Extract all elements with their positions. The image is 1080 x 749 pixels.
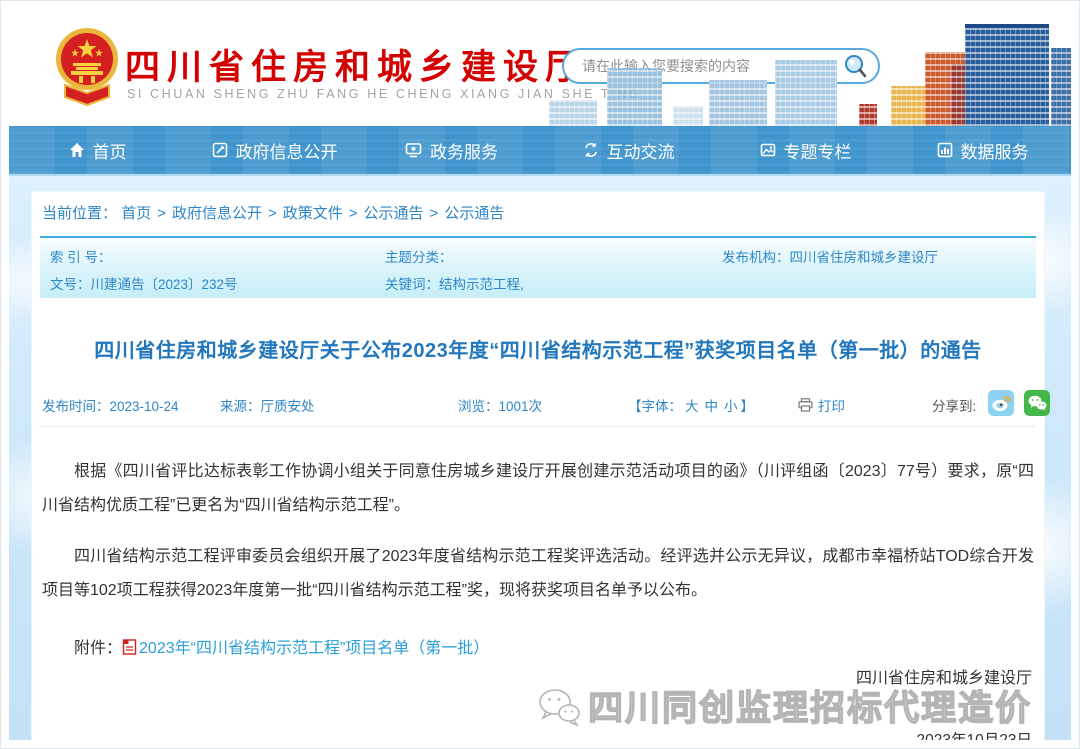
nav-item-data-services[interactable]: 数据服务: [894, 126, 1071, 174]
paragraph: 四川省结构示范工程评审委员会组织开展了2023年度省结构示范工程奖评选活动。经评…: [42, 540, 1034, 608]
breadcrumb-policy-docs[interactable]: 政策文件: [283, 205, 343, 222]
building-graphic: [673, 106, 703, 126]
breadcrumb-home[interactable]: 首页: [121, 205, 151, 222]
doc-keywords: 关键词：结构示范工程,: [385, 273, 722, 293]
breadcrumb-current[interactable]: 公示通告: [444, 205, 504, 222]
attachment-link[interactable]: 2023年“四川省结构示范工程”项目名单（第一批）: [139, 640, 489, 657]
content-card: 当前位置： 首页>政府信息公开>政策文件>公示通告>公示通告 索 引 号： 主题…: [31, 191, 1045, 740]
page: 四川省住房和城乡建设厅 SI CHUAN SHENG ZHU FANG HE C…: [9, 9, 1071, 740]
building-graphic: [965, 24, 1049, 126]
wechat-share-icon[interactable]: [1024, 390, 1050, 416]
attachment-row: 附件： 2023年“四川省结构示范工程”项目名单（第一批）: [42, 634, 1034, 658]
source: 来源：厅质安处: [220, 395, 315, 415]
font-size-large[interactable]: 大: [685, 399, 699, 414]
topics-icon: [760, 142, 776, 158]
font-size-control: 【字体：大中小】: [628, 395, 754, 415]
main-nav: 首页 政府信息公开 政务服务 互动交流 专题专栏 数据服务: [9, 126, 1071, 176]
pdf-file-icon: [122, 639, 137, 655]
paragraph: 根据《四川省评比达标表彰工作协调小组关于同意住房城乡建设厅开展创建示范活动项目的…: [42, 455, 1034, 523]
breadcrumb-notices[interactable]: 公示通告: [364, 205, 424, 222]
weibo-share-icon[interactable]: [988, 390, 1014, 416]
building-graphic: [549, 100, 597, 126]
site-header: 四川省住房和城乡建设厅 SI CHUAN SHENG ZHU FANG HE C…: [9, 9, 1071, 126]
bar-chart-icon: [937, 142, 953, 158]
publish-date: 2023年10月23日: [856, 728, 1032, 740]
signature: 四川省住房和城乡建设厅: [856, 664, 1032, 688]
building-graphic: [1051, 48, 1071, 126]
article-meta: 发布时间：2023-10-24 来源：厅质安处 浏览：1001次 【字体：大中小…: [40, 393, 1036, 427]
building-graphic: [607, 68, 662, 126]
search-icon[interactable]: [842, 53, 868, 79]
breadcrumb-label: 当前位置：: [42, 205, 117, 222]
main-area: 当前位置： 首页>政府信息公开>政策文件>公示通告>公示通告 索 引 号： 主题…: [9, 176, 1071, 740]
nav-item-gov-services[interactable]: 政务服务: [363, 126, 540, 174]
publish-time: 发布时间：2023-10-24: [42, 395, 179, 415]
doc-number: 文号：川建通告〔2023〕232号: [50, 273, 385, 293]
site-title: 四川省住房和城乡建设厅: [125, 39, 587, 90]
national-emblem-logo: [55, 27, 119, 111]
interaction-icon: [583, 142, 599, 158]
nav-item-home[interactable]: 首页: [9, 126, 186, 174]
doc-category: 主题分类：: [385, 246, 722, 266]
doc-issuer: 发布机构：四川省住房和城乡建设厅: [722, 246, 1036, 266]
wechat-bubbles-watermark-icon: [536, 685, 582, 727]
article-title: 四川省住房和城乡建设厅关于公布2023年度“四川省结构示范工程”获奖项目名单（第…: [32, 334, 1044, 363]
doc-index-no: 索 引 号：: [50, 246, 385, 266]
breadcrumb: 当前位置： 首页>政府信息公开>政策文件>公示通告>公示通告: [32, 192, 1044, 236]
nav-item-info-disclosure[interactable]: 政府信息公开: [186, 126, 363, 174]
share-label: 分享到:: [932, 395, 976, 415]
article-footer: 四川省住房和城乡建设厅 2023年10月23日 四川同创监理招标代理造价: [856, 664, 1032, 740]
site-subtitle-pinyin: SI CHUAN SHENG ZHU FANG HE CHENG XIANG J…: [127, 87, 641, 101]
breadcrumb-info-disclosure[interactable]: 政府信息公开: [172, 205, 262, 222]
font-size-small[interactable]: 小: [724, 399, 738, 414]
building-graphic: [891, 86, 929, 126]
print-button[interactable]: 打印: [798, 395, 845, 415]
home-icon: [69, 142, 85, 158]
monitor-icon: [405, 142, 422, 158]
building-graphic: [859, 104, 877, 126]
document-info-box: 索 引 号： 主题分类： 发布机构：四川省住房和城乡建设厅 文号：川建通告〔20…: [40, 236, 1036, 298]
view-count: 浏览：1001次: [458, 395, 542, 415]
attachment-label: 附件：: [74, 640, 122, 657]
building-graphic: [775, 60, 837, 126]
building-graphic: [709, 80, 767, 126]
disclosure-icon: [212, 142, 228, 158]
nav-item-special-topics[interactable]: 专题专栏: [717, 126, 894, 174]
font-size-medium[interactable]: 中: [705, 399, 719, 414]
screenshot-frame: 四川省住房和城乡建设厅 SI CHUAN SHENG ZHU FANG HE C…: [0, 0, 1080, 749]
printer-icon: [798, 398, 813, 412]
nav-item-interaction[interactable]: 互动交流: [540, 126, 717, 174]
article-body: 根据《四川省评比达标表彰工作协调小组关于同意住房城乡建设厅开展创建示范活动项目的…: [42, 455, 1034, 608]
